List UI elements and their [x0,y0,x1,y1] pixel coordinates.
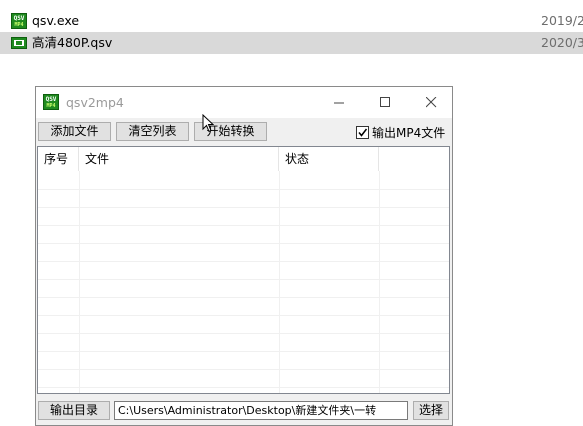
file-name: 高清480P.qsv [32,35,113,50]
column-header-index[interactable]: 序号 [38,147,79,171]
list-body [38,171,449,393]
file-name: qsv.exe [32,13,80,28]
grid-line [38,207,449,208]
close-icon [425,97,436,108]
grid-line [79,171,80,393]
file-date: 2020/3, [541,35,583,50]
grid-line [379,171,380,393]
file-list[interactable]: 序号 文件 状态 [37,146,450,394]
qsv-video-icon [11,35,27,51]
maximize-icon [379,97,390,107]
output-dir-button[interactable]: 输出目录 [38,401,110,420]
window-title: qsv2mp4 [66,95,124,110]
minimize-button[interactable] [316,87,362,118]
grid-line [38,387,449,388]
add-file-button[interactable]: 添加文件 [38,122,111,141]
grid-line [38,279,449,280]
list-header: 序号 文件 状态 [38,147,449,171]
close-button[interactable] [408,87,454,118]
grid-line [38,261,449,262]
grid-line [38,189,449,190]
output-path-field[interactable]: C:\Users\Administrator\Desktop\新建文件夹\一转 [114,401,408,420]
maximize-button[interactable] [362,87,408,118]
column-header-status[interactable]: 状态 [279,147,379,171]
title-bar[interactable]: QSV MP4 qsv2mp4 [36,87,452,118]
mouse-cursor-icon [202,114,214,133]
output-mp4-checkbox[interactable]: 输出MP4文件 [356,123,445,142]
minimize-icon [333,102,344,104]
output-mp4-label: 输出MP4文件 [372,126,446,140]
qsv2mp4-window: QSV MP4 qsv2mp4 添加文件 清空列表 开始转换 输出MP4文件 序号… [35,86,453,426]
grid-line [38,315,449,316]
grid-line [38,225,449,226]
grid-line [38,297,449,298]
choose-button[interactable]: 选择 [413,401,449,420]
column-header-file[interactable]: 文件 [79,147,279,171]
file-date: 2019/2, [541,13,583,28]
file-row-qsv-exe[interactable]: QSVMP4 qsv.exe 2019/2, [0,10,583,32]
grid-line [38,333,449,334]
checkbox-box[interactable] [356,126,369,139]
grid-line [38,243,449,244]
bottom-bar: 输出目录 C:\Users\Administrator\Desktop\新建文件… [36,401,452,425]
grid-line [38,351,449,352]
clear-list-button[interactable]: 清空列表 [116,122,189,141]
app-icon: QSV MP4 [43,94,59,110]
grid-line [279,171,280,393]
qsv-exe-icon: QSV MP4 [11,13,27,29]
file-row-qsv-video[interactable]: 高清480P.qsv 2020/3, [0,32,583,54]
checkmark-icon [358,128,368,137]
grid-line [38,369,449,370]
